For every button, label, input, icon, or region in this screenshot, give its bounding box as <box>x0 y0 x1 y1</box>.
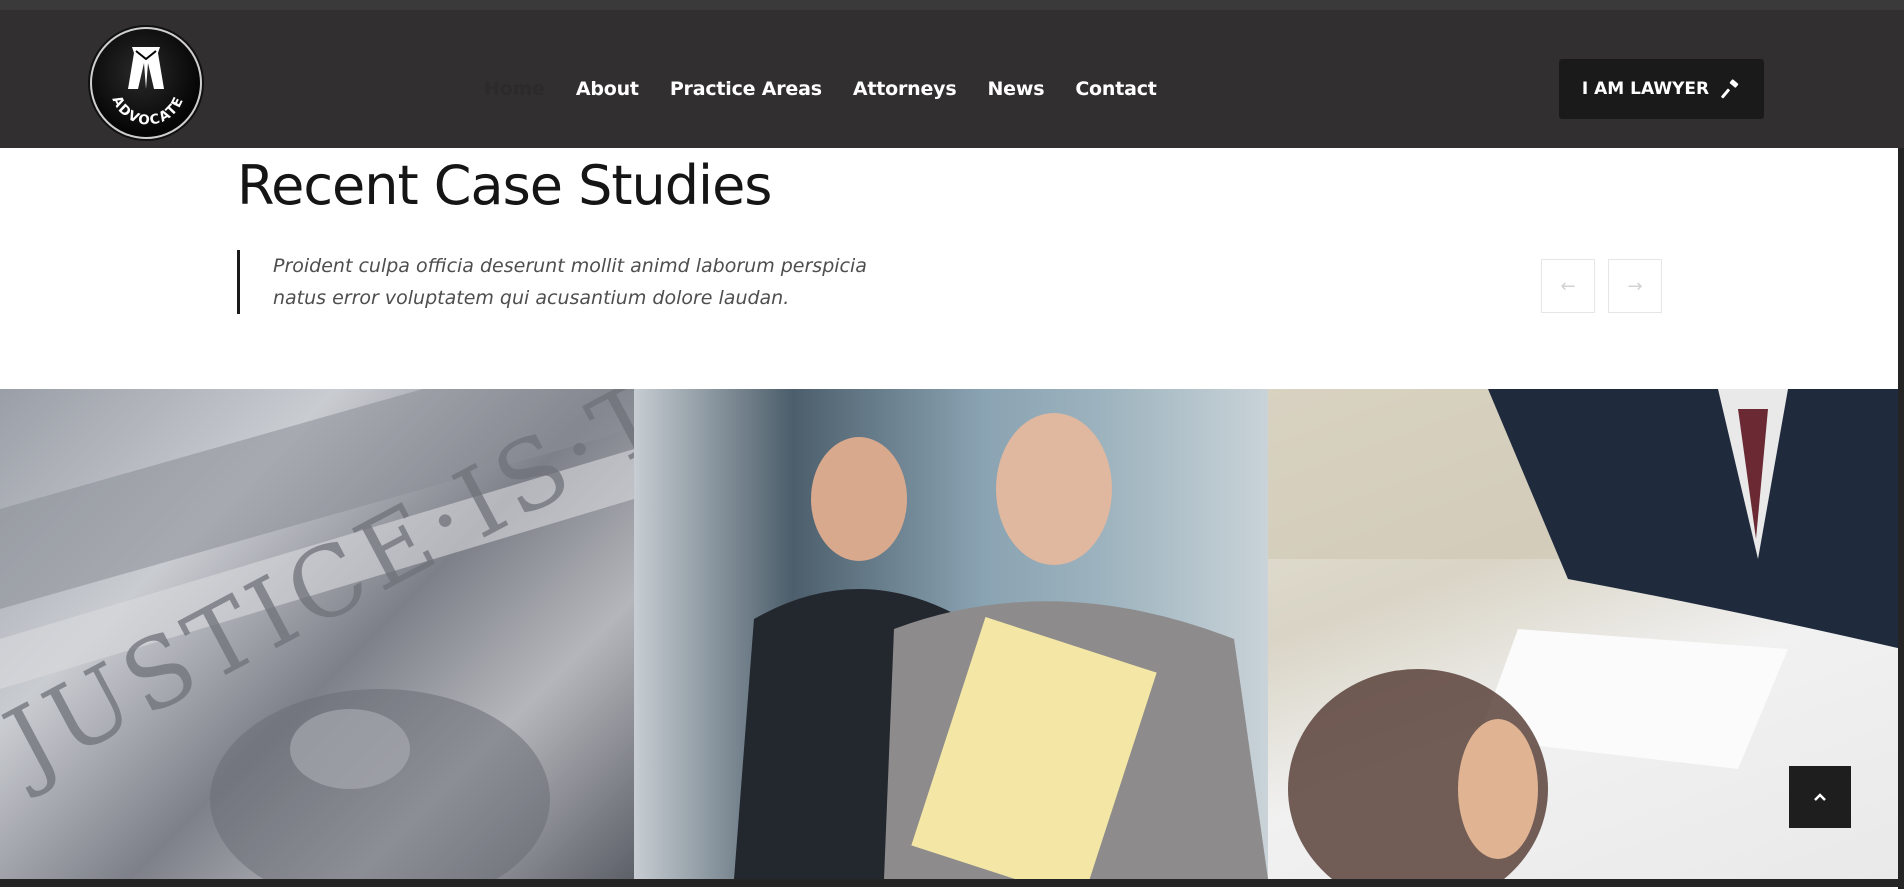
quote-bar <box>237 250 240 314</box>
quote-line-2: natus error voluptatem qui acusantium do… <box>273 287 790 309</box>
i-am-lawyer-button[interactable]: I AM LAWYER <box>1559 59 1764 119</box>
nav-about[interactable]: About <box>576 78 639 100</box>
chevron-up-icon <box>1814 793 1826 801</box>
justice-column-image[interactable]: JUSTICE·IS·T <box>0 389 634 879</box>
main-nav: Home About Practice Areas Attorneys News… <box>484 78 1188 100</box>
nav-home[interactable]: Home <box>484 78 545 100</box>
nav-contact[interactable]: Contact <box>1075 78 1157 100</box>
advocate-logo[interactable]: ADVOCATE <box>90 27 202 139</box>
carousel-prev-button[interactable]: ← <box>1541 259 1595 313</box>
nav-news[interactable]: News <box>987 78 1044 100</box>
nav-practice-areas[interactable]: Practice Areas <box>670 78 822 100</box>
arrow-right-icon: → <box>1627 275 1643 297</box>
nav-attorneys[interactable]: Attorneys <box>853 78 957 100</box>
svg-text:ADVOCATE: ADVOCATE <box>109 93 188 128</box>
arrow-left-icon: ← <box>1560 275 1576 297</box>
section-title: Recent Case Studies <box>237 154 772 217</box>
lawyer-button-label: I AM LAWYER <box>1581 79 1710 99</box>
scroll-to-top-button[interactable] <box>1789 766 1851 828</box>
quote-line-1: Proident culpa officia deserunt mollit a… <box>273 255 867 277</box>
gavel-icon <box>1721 79 1739 99</box>
page-bottom-strip <box>0 879 1904 887</box>
site-header: ADVOCATE Home About Practice Areas Attor… <box>0 10 1904 148</box>
browser-top-strip <box>0 0 1904 10</box>
window-edge <box>1898 148 1904 889</box>
lawyers-walking-image[interactable] <box>634 389 1268 879</box>
section-quote: Proident culpa officia deserunt mollit a… <box>273 250 913 314</box>
logo-text: ADVOCATE <box>109 93 186 128</box>
carousel-next-button[interactable]: → <box>1608 259 1662 313</box>
case-studies-gallery: JUSTICE·IS·T <box>0 389 1904 879</box>
